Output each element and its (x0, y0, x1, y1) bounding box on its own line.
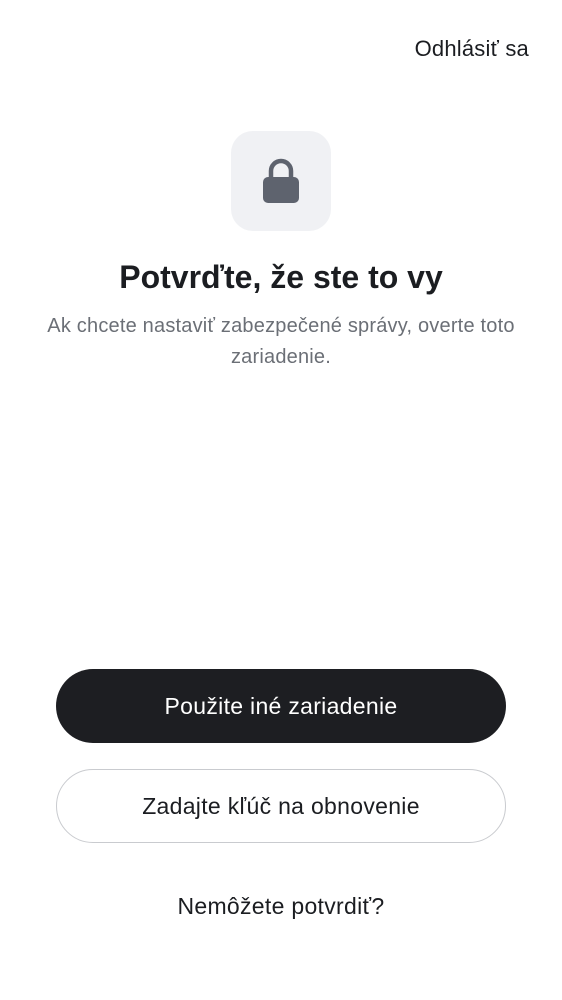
page-title: Potvrďte, že ste to vy (119, 259, 443, 295)
use-another-device-button[interactable]: Použite iné zariadenie (56, 669, 506, 743)
cant-confirm-link[interactable]: Nemôžete potvrdiť? (177, 893, 384, 919)
lock-icon (263, 158, 299, 203)
enter-recovery-key-label: Zadajte kľúč na obnovenie (142, 792, 420, 819)
cant-confirm-link-row: Nemôžete potvrdiť? (0, 890, 562, 922)
lock-icon-tile (231, 131, 331, 231)
page-subtitle: Ak chcete nastaviť zabezpečené správy, o… (47, 315, 515, 368)
sign-out-link[interactable]: Odhlásiť sa (415, 34, 529, 64)
use-another-device-label: Použite iné zariadenie (164, 692, 398, 719)
enter-recovery-key-button[interactable]: Zadajte kľúč na obnovenie (56, 769, 506, 843)
